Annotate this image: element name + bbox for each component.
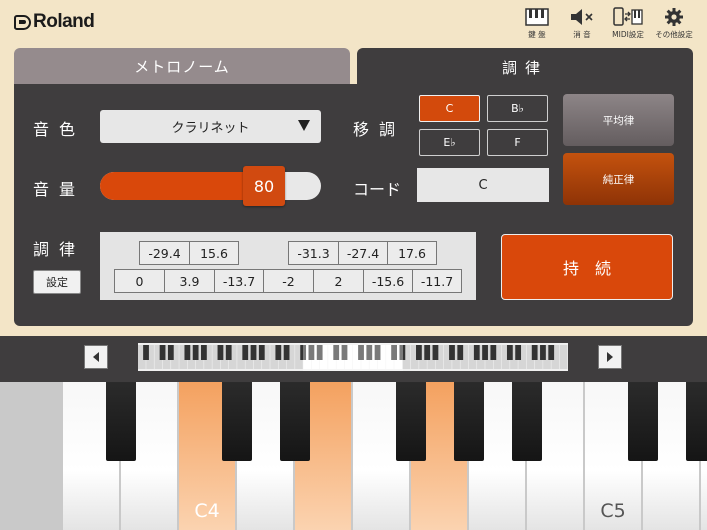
keyboard-overview[interactable] [138, 343, 568, 371]
cent-cell-fs[interactable]: -31.3 [288, 241, 339, 265]
cent-cell-d[interactable]: 3.9 [164, 269, 215, 293]
temperament-label: 調律 [33, 240, 86, 259]
volume-label: 音量 [33, 180, 86, 199]
midi-settings-button[interactable]: MIDI設定 [606, 6, 650, 44]
cent-cell-a[interactable]: -15.6 [363, 269, 413, 293]
keyboard-button[interactable]: 鍵 盤 [515, 6, 559, 44]
c4-label: C4 [194, 500, 220, 522]
mini-black-key [531, 345, 538, 360]
mini-black-key [184, 345, 191, 360]
cent-offset-table: -29.4 15.6 -31.3 -27.4 17.6 0 3.9 -13.7 … [100, 232, 476, 300]
mini-black-key [283, 345, 290, 360]
mini-black-key [167, 345, 174, 360]
piano-black-key[interactable] [280, 382, 310, 461]
piano-black-key[interactable] [396, 382, 426, 461]
piano-black-key[interactable] [512, 382, 542, 461]
cent-cell-e[interactable]: -13.7 [214, 269, 264, 293]
cent-cell-bb[interactable]: 17.6 [387, 241, 437, 265]
tone-select[interactable]: クラリネット [100, 110, 321, 143]
piano-black-key[interactable] [686, 382, 707, 461]
equal-temperament-button[interactable]: 平均律 [563, 94, 674, 146]
transpose-label: 移調 [353, 120, 406, 139]
tone-value: クラリネット [171, 121, 250, 136]
mini-white-key [559, 345, 568, 369]
gear-icon [664, 6, 684, 28]
mini-black-key [242, 345, 249, 360]
mini-black-key [449, 345, 455, 360]
tab-metronome[interactable]: メトロノーム [14, 48, 350, 84]
mini-black-key [515, 345, 522, 360]
piano-keyboard: C4 C5 [0, 382, 707, 530]
other-settings-button[interactable]: その他設定 [652, 6, 696, 44]
volume-slider[interactable] [100, 172, 321, 200]
keyboard-icon [525, 6, 549, 28]
chord-field[interactable]: C [417, 168, 549, 202]
keyboard-label: 鍵 盤 [528, 30, 546, 39]
dropdown-arrow-icon [298, 120, 310, 131]
mini-black-key [250, 345, 257, 360]
piano-black-key[interactable] [454, 382, 484, 461]
volume-thumb[interactable]: 80 [243, 166, 285, 206]
just-intonation-button[interactable]: 純正律 [563, 153, 674, 205]
mini-black-key [275, 345, 282, 360]
mute-button[interactable]: 消 音 [560, 6, 604, 44]
mini-black-key [540, 345, 546, 360]
mini-black-key [225, 345, 232, 360]
mini-black-key [201, 345, 207, 360]
mini-black-key [457, 345, 464, 360]
visible-range-highlight [303, 343, 403, 371]
midi-settings-label: MIDI設定 [612, 30, 644, 39]
piano-black-key[interactable] [628, 382, 658, 461]
chord-label: コード [353, 180, 402, 199]
scroll-right-button[interactable] [598, 345, 622, 369]
mini-black-key [159, 345, 166, 360]
mini-black-key [258, 345, 265, 360]
cent-cell-c[interactable]: 0 [114, 269, 165, 293]
mini-black-key [424, 345, 431, 360]
transpose-f-button[interactable]: F [487, 129, 548, 156]
scroll-left-button[interactable] [84, 345, 108, 369]
mini-black-key [432, 345, 439, 360]
mini-black-key [548, 345, 555, 360]
transpose-eflat-button[interactable]: E♭ [419, 129, 480, 156]
midi-icon [613, 6, 643, 28]
mini-black-key [143, 345, 149, 360]
other-settings-label: その他設定 [655, 30, 693, 39]
cent-cell-gs[interactable]: -27.4 [338, 241, 388, 265]
mini-black-key [506, 345, 513, 360]
mini-black-key [473, 345, 480, 360]
cent-cell-eb[interactable]: 15.6 [189, 241, 239, 265]
c5-label: C5 [600, 500, 626, 522]
volume-fill [100, 172, 255, 200]
piano-black-key[interactable] [222, 382, 252, 461]
mini-black-key [192, 345, 199, 360]
transpose-c-button[interactable]: C [419, 95, 480, 122]
piano-black-key[interactable] [106, 382, 136, 461]
brand-name: Roland [33, 11, 95, 32]
cent-cell-cs[interactable]: -29.4 [139, 241, 190, 265]
cent-cell-f[interactable]: -2 [263, 269, 314, 293]
mini-black-key [416, 345, 422, 360]
mini-black-key [482, 345, 488, 360]
tab-tuning[interactable]: 調律 [357, 48, 693, 86]
sustain-button[interactable]: 持続 [501, 234, 673, 300]
cent-cell-b[interactable]: -11.7 [412, 269, 462, 293]
roland-logo: Roland [14, 10, 95, 34]
triangle-left-icon [93, 352, 99, 362]
tone-label: 音色 [33, 120, 86, 139]
roland-mark-icon [14, 14, 31, 30]
transpose-bflat-button[interactable]: B♭ [487, 95, 548, 122]
temperament-set-button[interactable]: 設定 [33, 270, 81, 294]
mini-black-key [490, 345, 497, 360]
cent-cell-g[interactable]: 2 [313, 269, 364, 293]
mute-icon [569, 6, 595, 28]
mute-label: 消 音 [573, 30, 591, 39]
mini-black-key [217, 345, 224, 360]
triangle-right-icon [607, 352, 613, 362]
